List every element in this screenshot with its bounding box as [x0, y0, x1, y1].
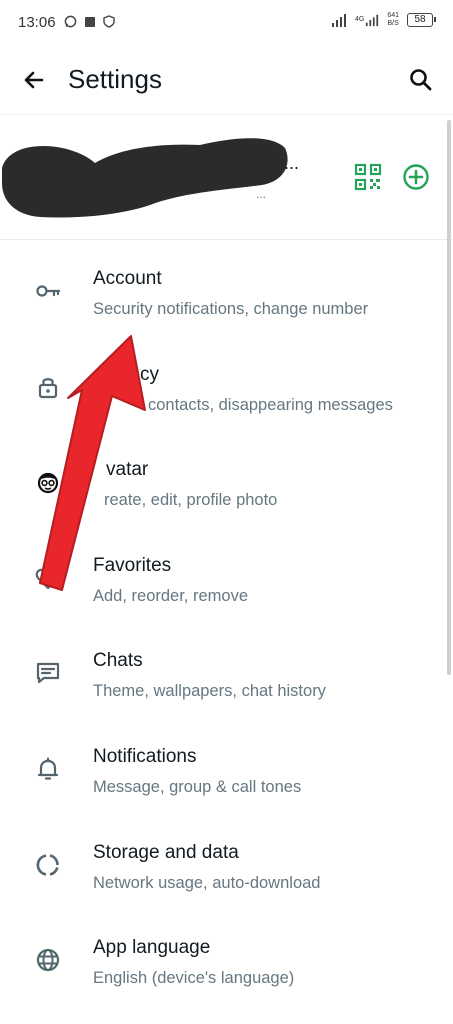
item-subtitle: English (device's language) [93, 969, 295, 988]
chat-icon [33, 658, 63, 688]
qr-code-icon [354, 163, 382, 191]
storage-icon [33, 850, 63, 880]
back-button[interactable] [18, 64, 50, 96]
redaction-scribble [2, 138, 288, 218]
bell-icon [33, 754, 63, 784]
search-button[interactable] [405, 64, 437, 96]
lock-icon [33, 372, 63, 402]
qr-code-button[interactable] [354, 163, 382, 191]
item-subtitle: Add, reorder, remove [93, 586, 248, 605]
add-circle-icon [403, 164, 429, 190]
scrollbar[interactable] [447, 120, 451, 675]
item-title: Chats [93, 650, 143, 672]
speed-unit: B/S [387, 20, 399, 27]
item-subtitle: Message, group & call tones [93, 777, 302, 796]
settings-item-language[interactable]: App language English (device's language) [0, 909, 453, 1005]
settings-item-chats[interactable]: Chats Theme, wallpapers, chat history [0, 622, 453, 718]
battery-level: 58 [414, 14, 426, 25]
settings-item-account[interactable]: Account Security notifications, change n… [0, 240, 453, 336]
data-speed: 641 B/S [387, 12, 399, 28]
key-icon [33, 276, 63, 306]
item-subtitle: Security notifications, change number [93, 300, 369, 318]
item-title: Storage and data [93, 841, 239, 863]
globe-icon [33, 945, 63, 975]
page-title: Settings [68, 64, 162, 94]
arrow-left-icon [24, 71, 44, 89]
network-type: 4G [354, 16, 365, 23]
item-subtitle: Theme, wallpapers, chat history [93, 682, 326, 701]
settings-item-notifications[interactable]: Notifications Message, group & call tone… [0, 718, 453, 814]
app-bar: Settings [0, 48, 453, 114]
avatar-icon [33, 467, 63, 497]
item-title: App language [93, 937, 211, 959]
settings-item-storage[interactable]: Storage and data Network usage, auto-dow… [0, 814, 453, 910]
item-subtitle: contacts, disappearing messages [148, 395, 393, 414]
profile-section[interactable]: ... ... [0, 114, 453, 240]
item-title: Account [93, 268, 162, 289]
whatsapp-notification-icon [64, 15, 77, 28]
item-title: Favorites [93, 554, 172, 576]
settings-item-privacy[interactable]: cy contacts, disappearing messages [0, 336, 453, 432]
signal-icon-2 [366, 14, 379, 27]
settings-item-avatar[interactable]: vatar reate, edit, profile photo [0, 431, 453, 527]
status-time: 13:06 [18, 14, 56, 31]
item-subtitle: Network usage, auto-download [93, 873, 321, 892]
status-bar: 13:06 4G 641 B/S 58 [0, 0, 453, 48]
heart-icon [33, 563, 63, 593]
item-title: vatar [106, 459, 149, 481]
battery-icon: 58 [407, 13, 436, 27]
settings-item-favorites[interactable]: Favorites Add, reorder, remove [0, 527, 453, 623]
square-notification-icon [85, 16, 95, 27]
item-subtitle: reate, edit, profile photo [104, 491, 278, 510]
item-title: Notifications [93, 745, 197, 767]
signal-icon [331, 14, 346, 27]
settings-list: Account Security notifications, change n… [0, 240, 453, 1005]
item-title: cy [140, 363, 159, 385]
search-icon [410, 69, 432, 91]
network-indicator: 4G [355, 13, 379, 27]
profile-name: ... [284, 153, 300, 173]
shield-notification-icon [103, 15, 115, 28]
profile-about: ... [256, 187, 267, 201]
speed-value: 641 [387, 12, 399, 19]
add-account-button[interactable] [401, 162, 431, 192]
